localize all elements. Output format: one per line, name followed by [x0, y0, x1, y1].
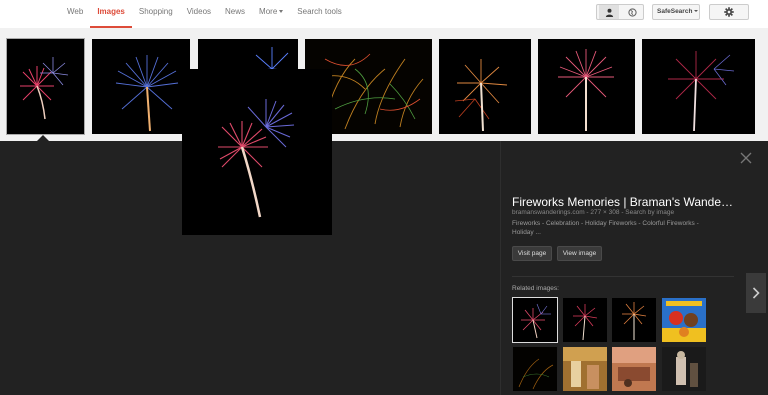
safesearch-dropdown[interactable]: SafeSearch [652, 4, 700, 20]
close-icon [740, 152, 752, 164]
tab-images-label: Images [97, 7, 125, 16]
fireworks-image [7, 39, 84, 134]
view-switcher [596, 4, 644, 20]
image-results-strip [0, 28, 768, 141]
tab-news-label: News [225, 7, 246, 16]
chevron-down-icon [279, 10, 284, 13]
tab-search-tools-label: Search tools [297, 7, 342, 16]
fireworks-image [513, 347, 557, 391]
panel-divider [500, 141, 501, 395]
tab-videos-label: Videos [186, 7, 212, 16]
result-thumbnail[interactable] [6, 38, 85, 135]
fireworks-image [642, 39, 755, 134]
tab-shopping[interactable]: Shopping [132, 0, 180, 28]
fireworks-image [182, 69, 332, 235]
settings-button[interactable] [709, 4, 749, 20]
search-type-tabs: Web Images Shopping Videos News More Sea… [60, 0, 349, 28]
related-image[interactable] [513, 347, 557, 391]
related-image[interactable] [612, 298, 656, 342]
tab-news[interactable]: News [218, 0, 252, 28]
photo-image [662, 347, 706, 391]
search-by-image-link[interactable]: Search by image [625, 209, 674, 216]
related-image[interactable] [563, 347, 607, 391]
related-image[interactable] [563, 298, 607, 342]
person-icon [605, 8, 613, 17]
fireworks-image [92, 39, 190, 134]
photo-image [612, 347, 656, 391]
tab-shopping-label: Shopping [138, 7, 173, 16]
preview-meta: bramanswanderings.com - 277 × 308 - Sear… [512, 209, 674, 216]
chevron-down-icon [694, 10, 699, 12]
visit-page-button[interactable]: Visit page [512, 246, 552, 261]
tab-images[interactable]: Images [90, 0, 132, 28]
fireworks-image [563, 298, 607, 342]
tab-more[interactable]: More [252, 0, 290, 28]
next-image-button[interactable] [746, 273, 766, 313]
view-image-button[interactable]: View image [557, 246, 602, 261]
result-thumbnail[interactable] [538, 39, 635, 134]
fireworks-image [439, 39, 531, 134]
fireworks-image [538, 39, 635, 134]
gear-icon [724, 7, 734, 17]
related-image[interactable] [662, 347, 706, 391]
preview-title[interactable]: Fireworks Memories | Braman's Wande… [512, 195, 740, 209]
close-preview-button[interactable] [740, 152, 752, 164]
related-image[interactable] [662, 298, 706, 342]
related-image[interactable] [612, 347, 656, 391]
source-domain-link[interactable]: bramanswanderings.com [512, 209, 585, 216]
fireworks-image [612, 298, 656, 342]
tab-more-label: More [259, 7, 278, 16]
photo-image [563, 347, 607, 391]
related-tags: Fireworks - Celebration - Holiday Firewo… [512, 220, 699, 236]
result-thumbnail[interactable] [92, 39, 190, 134]
related-image[interactable] [512, 297, 558, 343]
preview-image[interactable] [182, 69, 332, 235]
tab-search-tools[interactable]: Search tools [290, 0, 348, 28]
result-thumbnail[interactable] [439, 39, 531, 134]
tab-web[interactable]: Web [60, 0, 90, 28]
safesearch-label: SafeSearch [657, 8, 693, 15]
top-nav-bar: Web Images Shopping Videos News More Sea… [0, 0, 768, 29]
related-images-label: Related images: [512, 285, 559, 292]
image-dimensions: 277 × 308 [590, 209, 620, 216]
result-thumbnail[interactable] [642, 39, 755, 134]
tab-videos[interactable]: Videos [180, 0, 218, 28]
candy-package-image [662, 298, 706, 342]
personal-results-button[interactable] [599, 5, 619, 19]
section-divider [512, 276, 734, 277]
hide-personal-results-button[interactable] [622, 5, 642, 19]
fireworks-image [513, 298, 557, 342]
globe-icon [627, 7, 637, 17]
chevron-right-icon [752, 287, 760, 299]
tab-web-label: Web [67, 7, 84, 16]
